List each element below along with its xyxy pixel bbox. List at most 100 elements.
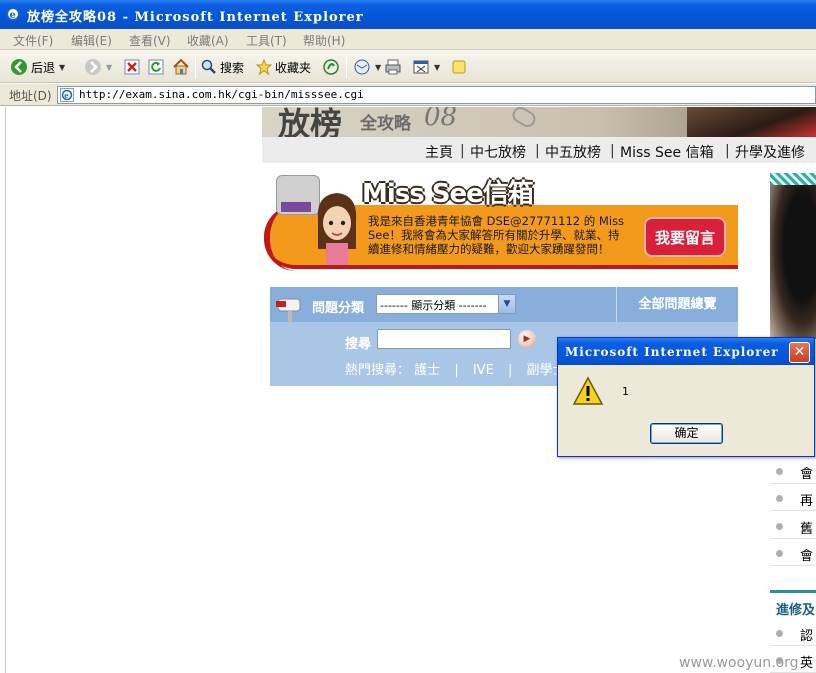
nav-divider: | [535, 143, 540, 159]
printer-icon [385, 59, 401, 75]
home-icon [173, 58, 189, 75]
svg-text:e: e [64, 91, 69, 100]
menu-bar: 文件(F) 编辑(E) 查看(V) 收藏(A) 工具(T) 帮助(H) [0, 29, 816, 50]
nav-divider: | [725, 143, 730, 159]
sidebar-item-text: 英 [800, 656, 814, 671]
print-button[interactable] [384, 56, 402, 78]
bullet-icon [776, 523, 783, 530]
mail-button[interactable]: ▼ [353, 56, 381, 78]
sidebar-section-header: 進修及 [770, 590, 816, 620]
sidebar-item-text: 再 [800, 494, 814, 509]
nav-miss-see[interactable]: Miss See 信箱 [620, 142, 714, 162]
sidebar-list-item[interactable]: 會 [770, 540, 816, 566]
nav-form7-results[interactable]: 中七放榜 [470, 142, 526, 162]
sidebar-list-item[interactable]: 認 [770, 620, 816, 646]
toolbar-separator [195, 56, 196, 78]
hot-search-label: 熱門搜尋： [345, 363, 411, 378]
site-nav: 主頁 | 中七放榜 | 中五放榜 | Miss See 信箱 | 升學及進修 [262, 137, 816, 163]
left-frame-border [5, 107, 6, 673]
watermark: www.wooyun.org [679, 655, 799, 671]
edit-button[interactable]: ▼ [412, 56, 440, 78]
stop-button[interactable] [124, 56, 140, 78]
forward-button[interactable]: ▼ [84, 56, 112, 78]
all-questions-link[interactable]: 全部問題總覽 [616, 287, 738, 322]
menu-help[interactable]: 帮助(H) [303, 32, 345, 49]
dialog-message: 1 [622, 385, 629, 398]
hot-search-divider: | [454, 363, 459, 378]
edit-dropdown-icon[interactable]: ▼ [434, 63, 440, 72]
menu-view[interactable]: 查看(V) [129, 32, 171, 49]
sidebar-list-item[interactable]: 會 [770, 458, 816, 484]
dialog-close-button[interactable]: ✕ [789, 342, 810, 363]
nav-divider: | [460, 143, 465, 159]
banner-year: 08 [424, 107, 458, 132]
banner-title-small: 全攻略 [360, 114, 411, 134]
mailbox-small-icon [276, 298, 301, 323]
back-arrow-icon [11, 59, 27, 75]
media-button[interactable] [322, 56, 340, 78]
bullet-icon [776, 630, 783, 637]
search-input[interactable] [377, 329, 511, 349]
search-field-label: 搜尋 [345, 337, 372, 352]
category-label: 問題分類 [312, 301, 365, 316]
nav-further-study[interactable]: 升學及進修 [735, 142, 805, 162]
favorites-button[interactable]: 收藏夹 [256, 56, 311, 78]
refresh-button[interactable] [148, 56, 164, 78]
toolbar-separator [346, 56, 347, 78]
chevron-down-icon[interactable]: ▼ [498, 295, 515, 313]
favorites-star-icon [256, 59, 272, 75]
paperclip-icon [509, 107, 539, 130]
mail-dropdown-icon[interactable]: ▼ [375, 63, 381, 72]
menu-favorites[interactable]: 收藏(A) [187, 32, 229, 49]
menu-tools[interactable]: 工具(T) [246, 32, 287, 49]
address-label: 地址(D) [9, 89, 52, 103]
sidebar-item-text: 會 [800, 549, 814, 564]
back-button[interactable]: 后退 ▼ [10, 56, 65, 78]
hot-search-divider: | [507, 363, 513, 378]
dialog-title-bar[interactable]: Microsoft Internet Explorer ✕ [558, 338, 814, 365]
nav-form5-results[interactable]: 中五放榜 [545, 142, 601, 162]
alert-dialog: Microsoft Internet Explorer ✕ 1 确定 [557, 337, 815, 457]
category-select[interactable]: ------- 顯示分類 ------- ▼ [376, 294, 516, 314]
discuss-button[interactable] [451, 56, 467, 78]
hot-search-nurse[interactable]: 護士 [414, 363, 440, 378]
edit-page-icon [413, 60, 429, 74]
sidebar-item-text: 會 [800, 467, 814, 482]
nav-home[interactable]: 主頁 [425, 142, 453, 162]
mailbox-flag [281, 202, 311, 212]
refresh-icon [148, 59, 164, 75]
sidebar-list-item[interactable]: 再 [770, 485, 816, 511]
nav-divider: | [610, 143, 615, 159]
menu-edit[interactable]: 编辑(E) [71, 32, 112, 49]
dialog-title: Microsoft Internet Explorer [565, 345, 779, 359]
banner-title-big: 放榜 [278, 107, 343, 137]
address-field[interactable]: e http://exam.sina.com.hk/cgi-bin/missse… [57, 86, 816, 104]
home-button[interactable] [172, 56, 190, 78]
menu-file[interactable]: 文件(F) [13, 32, 53, 49]
search-go-button[interactable]: ▶ [518, 330, 536, 348]
miss-see-title: Miss See信箱 [362, 179, 534, 209]
hot-search-ive[interactable]: IVE [473, 363, 494, 378]
svg-text:e: e [10, 10, 16, 21]
ie-window: e 放榜全攻略08 - Microsoft Internet Explorer … [0, 0, 816, 673]
ie-logo-icon: e [6, 7, 20, 21]
page-ie-icon: e [60, 88, 74, 102]
site-banner: 放榜 全攻略 08 [262, 107, 816, 137]
address-bar: 地址(D) e http://exam.sina.com.hk/cgi-bin/… [0, 84, 816, 106]
forward-dropdown-icon[interactable]: ▼ [106, 63, 112, 72]
sidebar-stripe [770, 173, 816, 185]
bullet-icon [776, 550, 783, 557]
window-title-bar[interactable]: e 放榜全攻略08 - Microsoft Internet Explorer [0, 0, 816, 29]
mail-icon [354, 59, 370, 75]
address-url: http://exam.sina.com.hk/cgi-bin/misssee.… [79, 88, 364, 101]
toolbar: 后退 ▼ ▼ 搜索 收藏夹 ▼ ▼ [0, 50, 816, 83]
ok-button[interactable]: 确定 [650, 423, 723, 444]
search-button[interactable]: 搜索 [201, 56, 244, 78]
leave-message-button[interactable]: 我要留言 [644, 217, 726, 257]
back-dropdown-icon[interactable]: ▼ [59, 63, 65, 72]
sidebar-photo [770, 185, 816, 339]
sidebar-item-text: 舊 [800, 522, 814, 537]
sidebar-section-title: 進修及 [776, 603, 816, 618]
bullet-icon [776, 495, 783, 502]
sidebar-list-item[interactable]: 舊 [770, 513, 816, 539]
